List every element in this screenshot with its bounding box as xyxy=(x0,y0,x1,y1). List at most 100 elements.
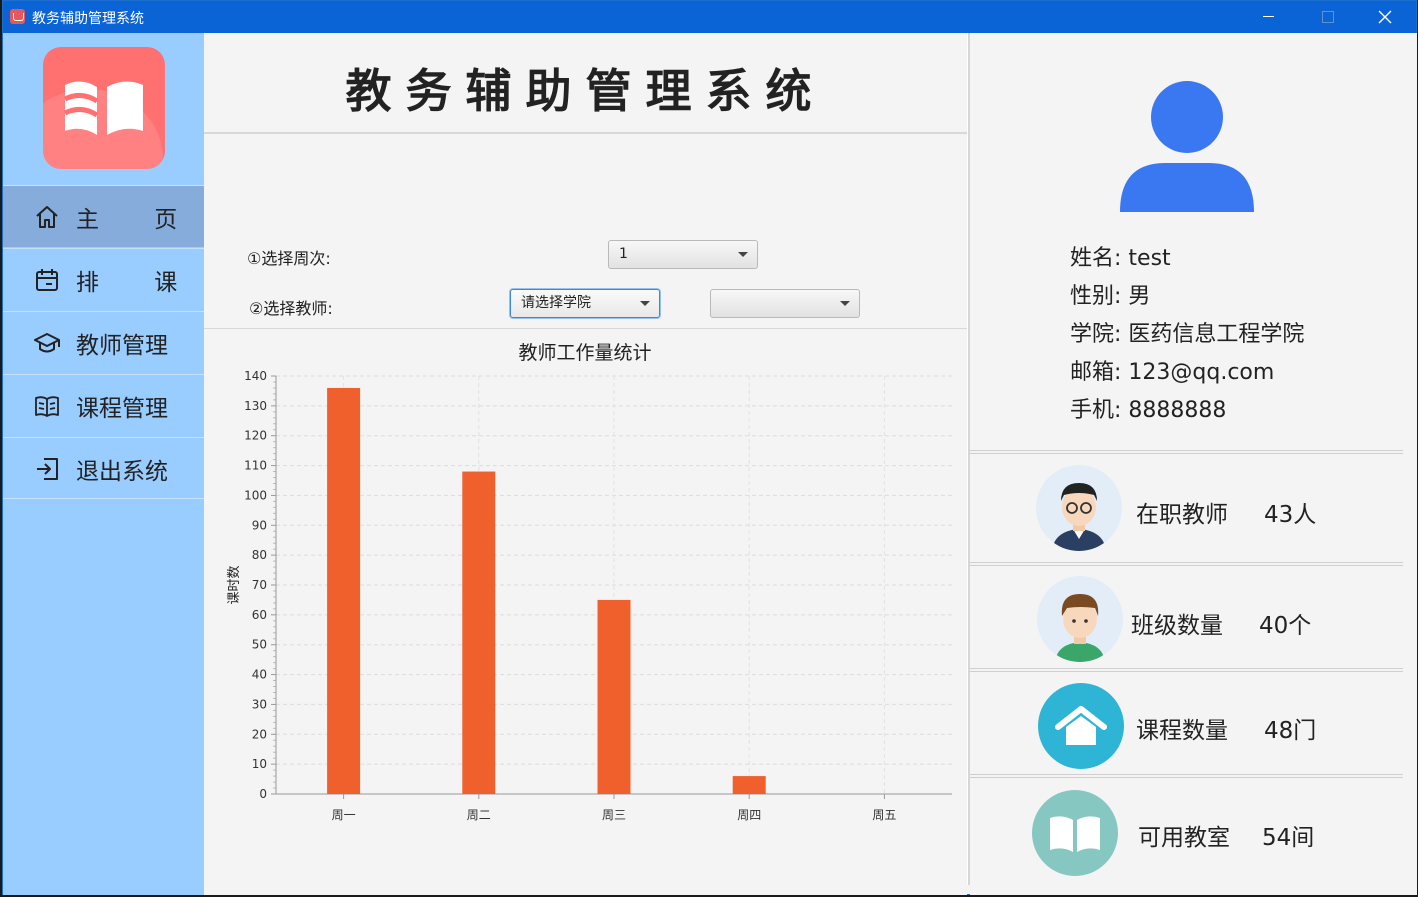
sidebar-divider xyxy=(3,498,204,499)
college-value: 医药信息工程学院 xyxy=(1128,322,1305,347)
form-divider xyxy=(204,328,967,329)
gender-key: 性别: xyxy=(1070,284,1122,309)
chart-y-tick-label: 100 xyxy=(244,488,267,502)
profile-name: 姓名: test xyxy=(1070,240,1171,272)
profile-panel: 姓名: test 性别: 男 学院: 医药信息工程学院 邮箱: 123@qq.c… xyxy=(970,33,1417,895)
email-value: 123@qq.com xyxy=(1128,360,1275,385)
chart-y-tick-label: 40 xyxy=(252,668,267,682)
stat-value: 40个 xyxy=(1259,613,1312,639)
stat-value: 48门 xyxy=(1264,718,1317,744)
sidebar-item-schedule[interactable]: 排 课 xyxy=(3,248,204,310)
title-bar: 教务辅助管理系统 xyxy=(3,1,1416,33)
week-label: ①选择周次: xyxy=(247,249,331,268)
stat-divider xyxy=(970,774,1403,778)
chart-y-axis-label: 课时数 xyxy=(227,565,242,604)
sidebar: 主 页 排 课 教师管理 课程管理 退出系统 xyxy=(3,33,204,895)
stat-label: 可用教室 xyxy=(1138,825,1230,851)
teacher-select[interactable] xyxy=(710,289,860,318)
workload-bar-chart: 教师工作量统计 课时数 0 10 20 30 40 50 60 70 80 90 100 110 120… xyxy=(227,342,952,822)
chevron-down-icon xyxy=(640,301,650,306)
logout-icon xyxy=(37,457,58,480)
chart-x-tick-label: 周二 xyxy=(467,808,491,822)
chart-y-tick-label: 80 xyxy=(252,548,267,562)
chart-bar xyxy=(462,471,496,794)
chart-y-tick-label: 140 xyxy=(244,369,267,383)
chart-x-tick-label: 周五 xyxy=(872,808,896,822)
name-key: 姓名: xyxy=(1070,246,1122,271)
profile-college: 学院: 医药信息工程学院 xyxy=(1070,316,1304,348)
student-avatar-icon xyxy=(1037,576,1123,662)
home-icon xyxy=(36,205,58,228)
stat-divider xyxy=(970,562,1403,566)
sidebar-item-label: 主 页 xyxy=(76,206,202,233)
name-value: test xyxy=(1128,246,1171,271)
sidebar-item-label: 教师管理 xyxy=(76,332,168,359)
title-divider xyxy=(204,132,967,134)
user-avatar xyxy=(1120,81,1254,217)
stat-divider xyxy=(970,668,1403,672)
sidebar-item-teachers[interactable]: 教师管理 xyxy=(3,311,204,373)
chart-x-tick-label: 周四 xyxy=(737,808,761,822)
minimize-button[interactable] xyxy=(1240,1,1298,33)
chart-y-tick-label: 60 xyxy=(252,608,267,622)
app-window: 教务辅助管理系统 主 页 排 课 教师管理 课程管理 退出系统 教务辅助管理系统… xyxy=(2,0,1417,895)
graduation-cap-icon xyxy=(34,332,60,352)
chart-title: 教师工作量统计 xyxy=(518,342,651,364)
maximize-button[interactable] xyxy=(1298,1,1356,33)
gender-value: 男 xyxy=(1128,284,1151,309)
chart-y-tick-label: 70 xyxy=(252,578,267,592)
stat-label: 课程数量 xyxy=(1136,718,1228,744)
profile-gender: 性别: 男 xyxy=(1070,278,1150,310)
window-title: 教务辅助管理系统 xyxy=(32,11,144,27)
chart-x-tick-label: 周三 xyxy=(602,808,626,822)
stat-divider xyxy=(970,450,1403,454)
stat-teachers: 在职教师 43人 xyxy=(970,458,1403,558)
profile-email: 邮箱: 123@qq.com xyxy=(1070,354,1274,386)
profile-phone: 手机: 8888888 xyxy=(1070,392,1226,424)
teacher-avatar-icon xyxy=(1036,465,1122,551)
chart-y-tick-label: 130 xyxy=(244,399,267,413)
chart-y-tick-label: 110 xyxy=(244,459,267,473)
chart-y-tick-label: 20 xyxy=(252,727,267,741)
sidebar-item-label: 退出系统 xyxy=(76,458,168,485)
stat-value: 54间 xyxy=(1262,825,1315,851)
teacher-label: ②选择教师: xyxy=(249,299,333,318)
open-book-icon xyxy=(1032,790,1118,876)
college-select[interactable]: 请选择学院 xyxy=(510,289,660,318)
book-open-icon xyxy=(35,395,59,417)
stat-classes: 班级数量 40个 xyxy=(970,568,1403,668)
chevron-down-icon xyxy=(840,301,850,306)
chart-x-tick-label: 周一 xyxy=(332,808,356,822)
phone-key: 手机: xyxy=(1070,398,1122,423)
chart-bar xyxy=(597,599,631,794)
app-logo xyxy=(43,47,165,169)
chart-y-tick-label: 120 xyxy=(244,429,267,443)
sidebar-item-logout[interactable]: 退出系统 xyxy=(3,437,204,499)
close-icon xyxy=(1378,10,1392,24)
college-select-value: 请选择学院 xyxy=(521,295,591,311)
chart-y-tick-label: 50 xyxy=(252,638,267,652)
stat-classrooms: 可用教室 54间 xyxy=(970,783,1403,883)
user-icon xyxy=(1120,81,1254,212)
chart-bar xyxy=(732,776,766,794)
email-key: 邮箱: xyxy=(1070,360,1122,385)
house-icon xyxy=(1038,683,1124,769)
page-title: 教务辅助管理系统 xyxy=(345,64,826,118)
close-button[interactable] xyxy=(1356,1,1414,33)
sidebar-item-label: 课程管理 xyxy=(76,395,168,422)
chevron-down-icon xyxy=(738,252,748,257)
stat-value: 43人 xyxy=(1264,502,1317,528)
chart-y-tick-label: 0 xyxy=(259,787,267,801)
app-book-icon xyxy=(10,9,25,24)
chart-y-tick-label: 10 xyxy=(252,757,267,771)
calendar-icon xyxy=(36,268,58,291)
week-select[interactable]: 1 xyxy=(608,240,758,269)
sidebar-item-courses[interactable]: 课程管理 xyxy=(3,374,204,436)
stat-label: 班级数量 xyxy=(1131,613,1223,639)
main-panel: 教务辅助管理系统 ①选择周次: 1 ②选择教师: 请选择学院 教师工作量统计 课… xyxy=(204,33,967,895)
chart-bar xyxy=(327,387,361,794)
sidebar-item-home[interactable]: 主 页 xyxy=(3,185,204,247)
stat-courses: 课程数量 48门 xyxy=(970,676,1403,776)
stat-label: 在职教师 xyxy=(1136,502,1228,528)
chart-y-tick-label: 90 xyxy=(252,518,267,532)
